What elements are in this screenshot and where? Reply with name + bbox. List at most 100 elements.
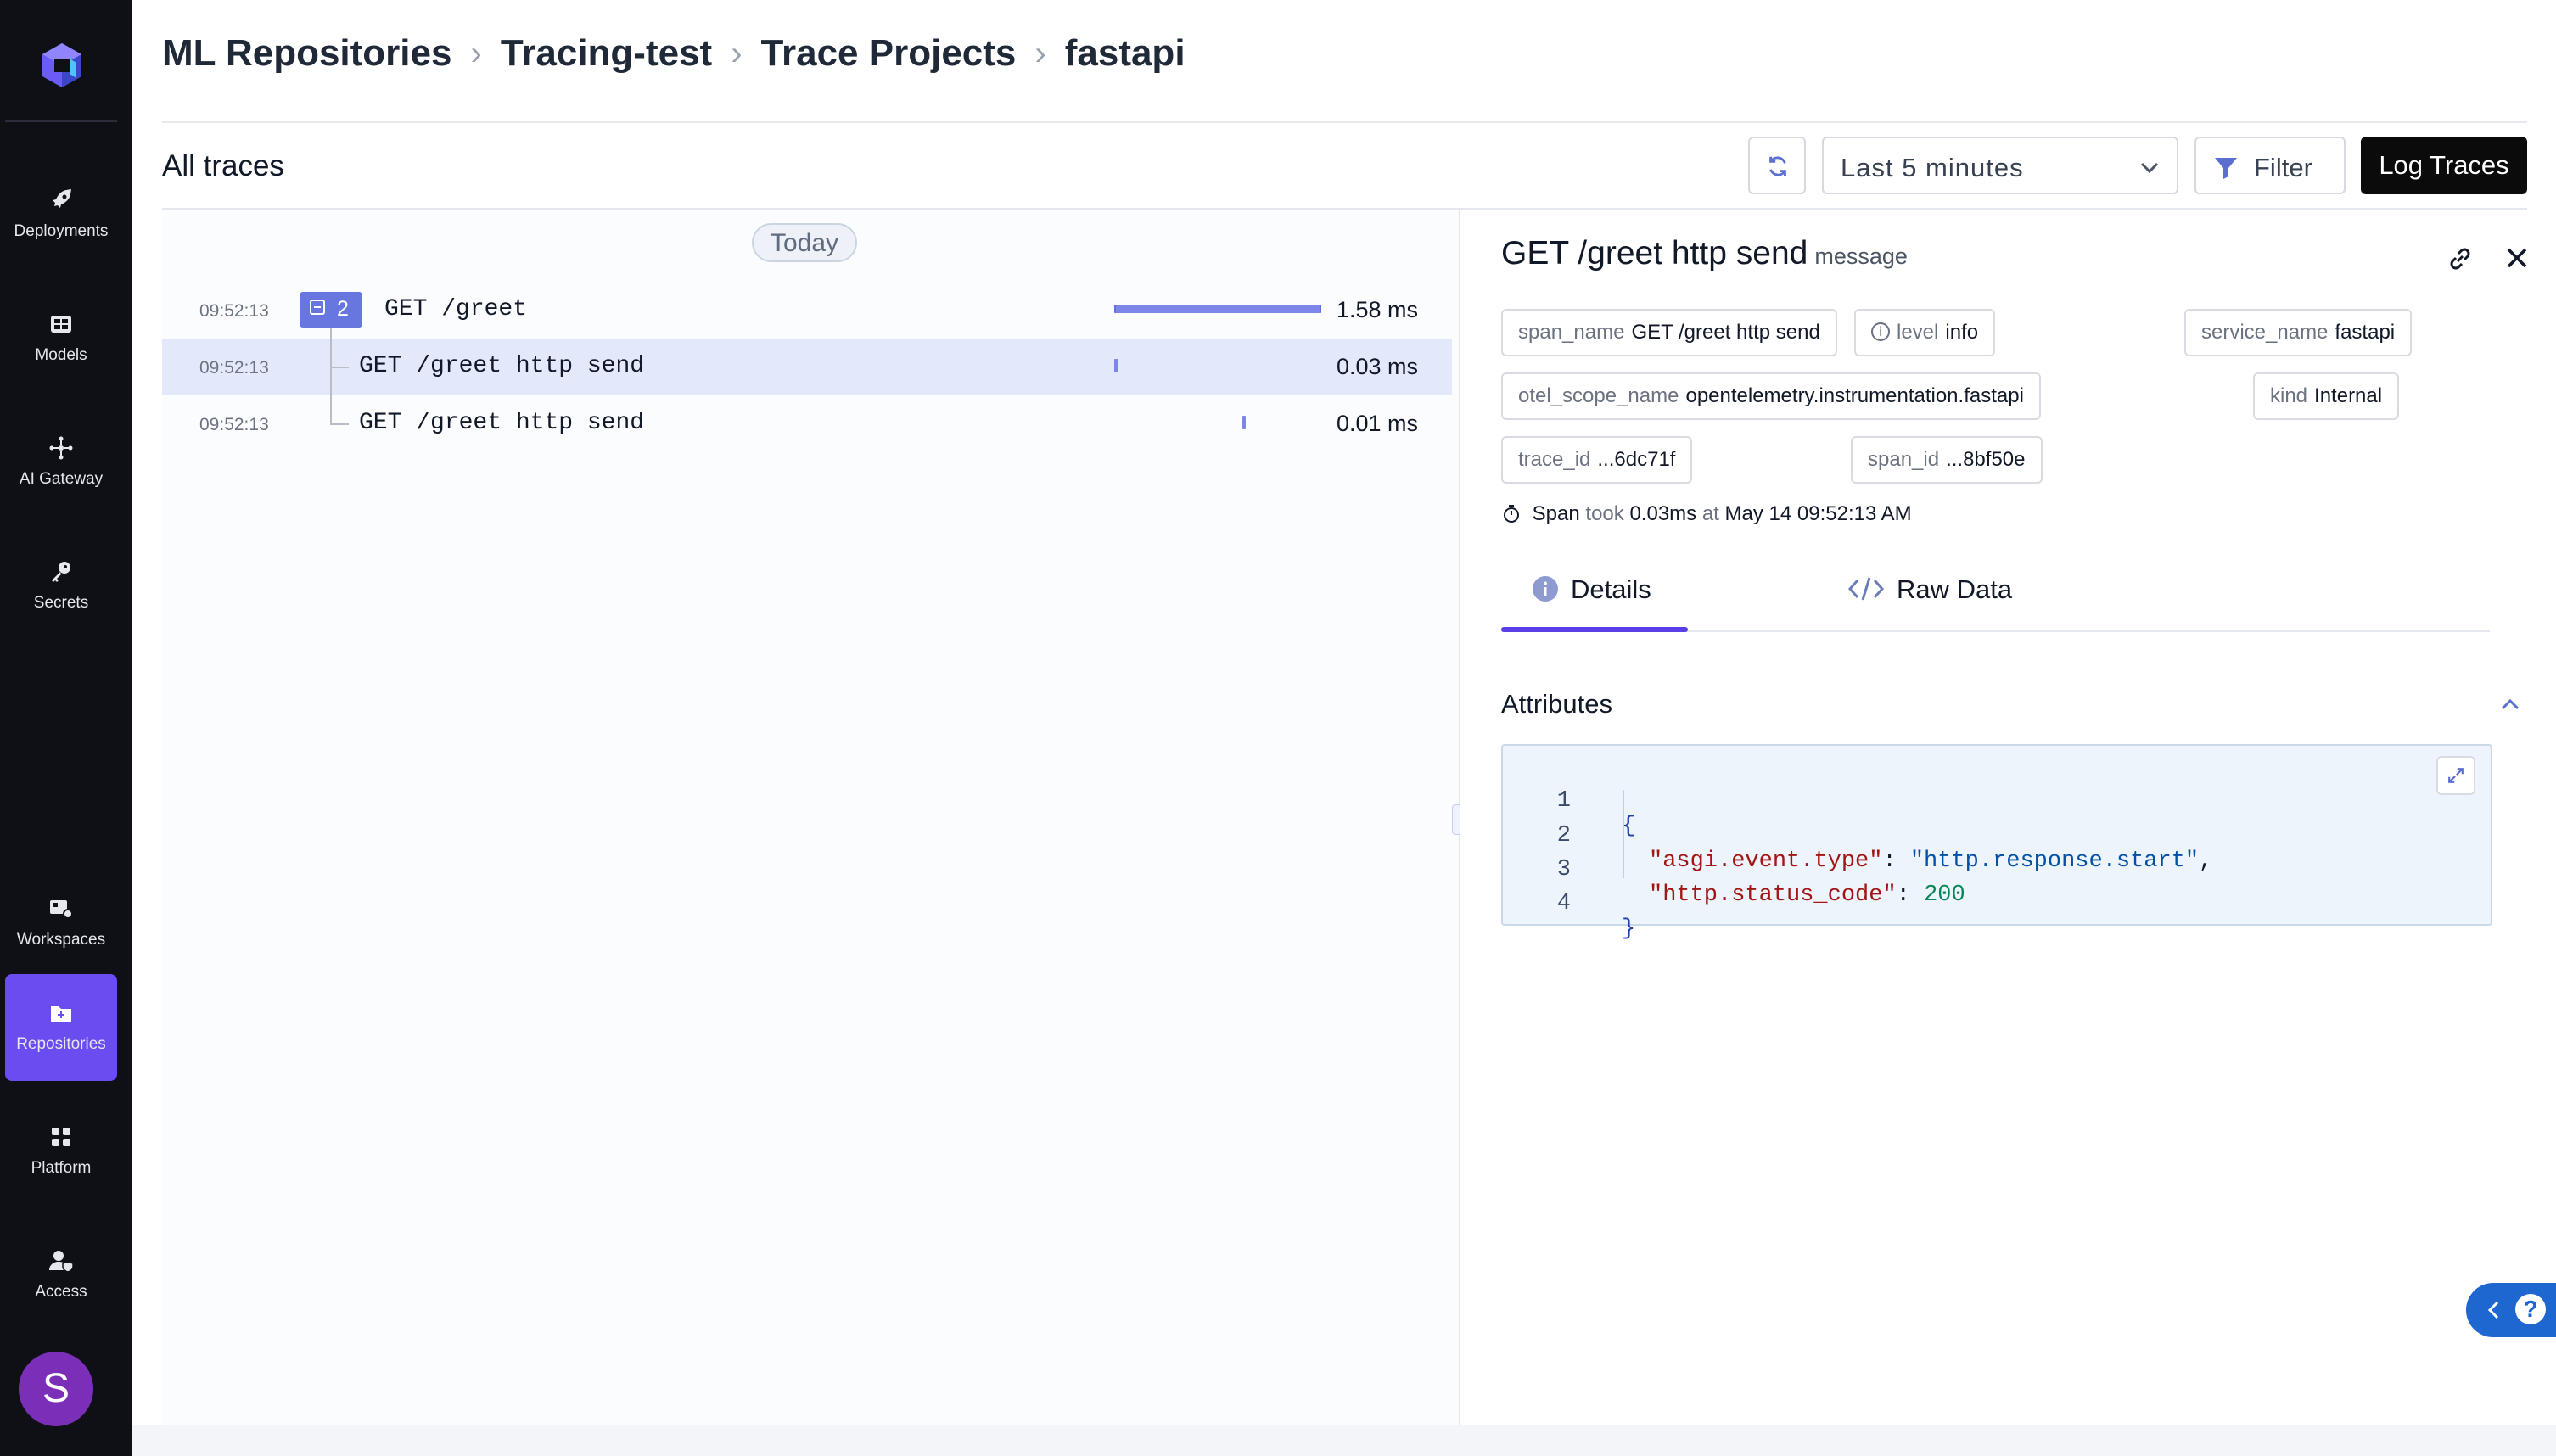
- chip-value: ...8bf50e: [1946, 448, 2026, 471]
- header-divider: [162, 121, 2527, 123]
- breadcrumb-item-trace-projects[interactable]: Trace Projects: [761, 32, 1017, 75]
- page-title: All traces: [162, 149, 284, 182]
- attribute-chip-trace-id[interactable]: trace_id ...6dc71f: [1501, 436, 1693, 484]
- attributes-json-viewer: 1 { 2 "asgi.event.type": "http.response.…: [1501, 744, 2492, 942]
- code-token: "asgi.event.type": [1649, 848, 1883, 874]
- line-number: 4: [1556, 891, 1571, 916]
- chip-value: ...6dc71f: [1597, 448, 1676, 471]
- code-line: 3 "http.status_code": 200: [1503, 832, 1965, 908]
- trace-row[interactable]: 09:52:13 GET /greet http send 0.01 ms: [162, 396, 1452, 452]
- apps-icon: [52, 1128, 70, 1146]
- trace-timestamp: 09:52:13: [199, 415, 269, 434]
- span-label: Span: [1532, 502, 1580, 525]
- chip-key: span_id: [1868, 448, 1940, 471]
- link-icon[interactable]: [2445, 244, 2475, 274]
- close-icon[interactable]: [2503, 244, 2531, 272]
- trace-row[interactable]: 09:52:13 2 GET /greet 1.58 ms: [162, 283, 1452, 339]
- grid-icon: [51, 316, 71, 333]
- tree-connector: [330, 367, 349, 368]
- sidebar-item-label: Repositories: [16, 1035, 106, 1053]
- sidebar-item-secrets[interactable]: Secrets: [5, 533, 117, 640]
- trace-name: GET /greet http send: [359, 410, 645, 436]
- sidebar-item-workspaces[interactable]: Workspaces: [5, 870, 117, 977]
- sidebar: Deployments Models AI Gateway Secrets Wo…: [0, 0, 132, 1456]
- chip-key: kind: [2270, 384, 2308, 407]
- refresh-icon: [1769, 156, 1786, 176]
- trace-name: GET /greet http send: [359, 353, 645, 379]
- date-group-badge: Today: [752, 223, 857, 262]
- chip-key: otel_scope_name: [1518, 384, 1679, 407]
- log-traces-button[interactable]: Log Traces: [2361, 137, 2527, 194]
- sidebar-item-label: AI Gateway: [19, 470, 104, 488]
- breadcrumb-item-tracing-test[interactable]: Tracing-test: [501, 32, 712, 75]
- chevron-up-icon[interactable]: [2497, 692, 2523, 717]
- info-icon: i: [1871, 322, 1890, 341]
- timing-bar: [1242, 416, 1246, 429]
- sidebar-item-label: Workspaces: [16, 931, 106, 949]
- attribute-chip-span-id[interactable]: span_id ...8bf50e: [1851, 436, 2043, 484]
- sidebar-divider: [5, 120, 117, 122]
- span-took-word: took: [1585, 502, 1624, 525]
- refresh-button[interactable]: [1748, 137, 1806, 194]
- chevron-down-icon: [2140, 162, 2159, 174]
- breadcrumb-item-ml-repositories[interactable]: ML Repositories: [162, 32, 451, 75]
- code-token: :: [1896, 882, 1910, 908]
- network-icon: [49, 436, 73, 460]
- span-title-text: GET /greet http send: [1501, 235, 1808, 272]
- collapse-icon: [310, 300, 325, 315]
- timing-bar: [1114, 305, 1321, 313]
- attribute-chip-service-name: service_name fastapi: [2184, 309, 2413, 356]
- user-shield-icon: [49, 1251, 74, 1273]
- folder-icon: [51, 1006, 71, 1022]
- truefoundry-logo-icon[interactable]: [37, 41, 87, 90]
- attribute-chip-otel-scope-name: otel_scope_name opentelemetry.instrumenta…: [1501, 372, 2041, 420]
- tab-label: Raw Data: [1897, 574, 2013, 604]
- code-token: "http.response.start": [1909, 848, 2200, 874]
- trace-timestamp: 09:52:13: [199, 358, 269, 378]
- filter-label: Filter: [2254, 153, 2312, 182]
- trace-name: GET /greet: [384, 296, 528, 322]
- chip-key: span_name: [1518, 321, 1625, 344]
- chip-value: Internal: [2314, 384, 2383, 407]
- expand-icon: [2448, 768, 2464, 783]
- chip-value: opentelemetry.instrumentation.fastapi: [1685, 384, 2024, 407]
- sidebar-item-deployments[interactable]: Deployments: [5, 161, 117, 268]
- filter-button[interactable]: Filter: [2194, 137, 2346, 194]
- rocket-icon: [53, 189, 71, 208]
- code-token: }: [1622, 916, 1636, 942]
- trace-timestamp: 09:52:13: [199, 301, 269, 321]
- tab-raw-data[interactable]: Raw Data: [1847, 574, 2012, 605]
- timing-bar: [1114, 359, 1118, 372]
- sidebar-item-repositories[interactable]: Repositories: [5, 974, 117, 1081]
- help-icon: ?: [2515, 1294, 2546, 1324]
- sidebar-item-platform[interactable]: Platform: [5, 1098, 117, 1205]
- chip-key: service_name: [2201, 321, 2329, 344]
- stopwatch-icon: [1504, 504, 1519, 523]
- expand-editor-button[interactable]: [2436, 756, 2475, 795]
- span-duration: 0.03ms: [1629, 502, 1697, 525]
- sidebar-item-ai-gateway[interactable]: AI Gateway: [5, 409, 117, 516]
- code-token: {: [1622, 814, 1636, 839]
- trace-row[interactable]: 09:52:13 GET /greet http send 0.03 ms: [162, 339, 1452, 395]
- key-icon: [52, 562, 70, 582]
- trace-duration: 1.58 ms: [1336, 297, 1418, 322]
- sidebar-item-models[interactable]: Models: [5, 285, 117, 392]
- collapse-children-button[interactable]: 2: [300, 292, 362, 328]
- breadcrumb: ML Repositories › Tracing-test › Trace P…: [162, 32, 1186, 75]
- tree-connector: [330, 423, 349, 425]
- sidebar-item-label: Models: [35, 346, 87, 364]
- span-at-word: at: [1701, 502, 1719, 525]
- chip-value: GET /greet http send: [1631, 321, 1820, 344]
- code-token: ,: [2199, 848, 2213, 874]
- code-line: 1 {: [1503, 763, 1635, 839]
- time-range-select[interactable]: Last 5 minutes: [1822, 137, 2178, 194]
- main-content: ML Repositories › Tracing-test › Trace P…: [132, 0, 2556, 1456]
- sidebar-item-access[interactable]: Access: [5, 1222, 117, 1329]
- trace-duration: 0.03 ms: [1336, 354, 1418, 379]
- sidebar-item-label: Platform: [31, 1159, 92, 1177]
- tab-details[interactable]: Details: [1532, 574, 1651, 605]
- attribute-chip-span-name: span_name GET /greet http send: [1501, 309, 1837, 356]
- avatar[interactable]: S: [19, 1352, 93, 1426]
- help-widget[interactable]: ?: [2466, 1283, 2556, 1337]
- chip-value: fastapi: [2335, 321, 2396, 344]
